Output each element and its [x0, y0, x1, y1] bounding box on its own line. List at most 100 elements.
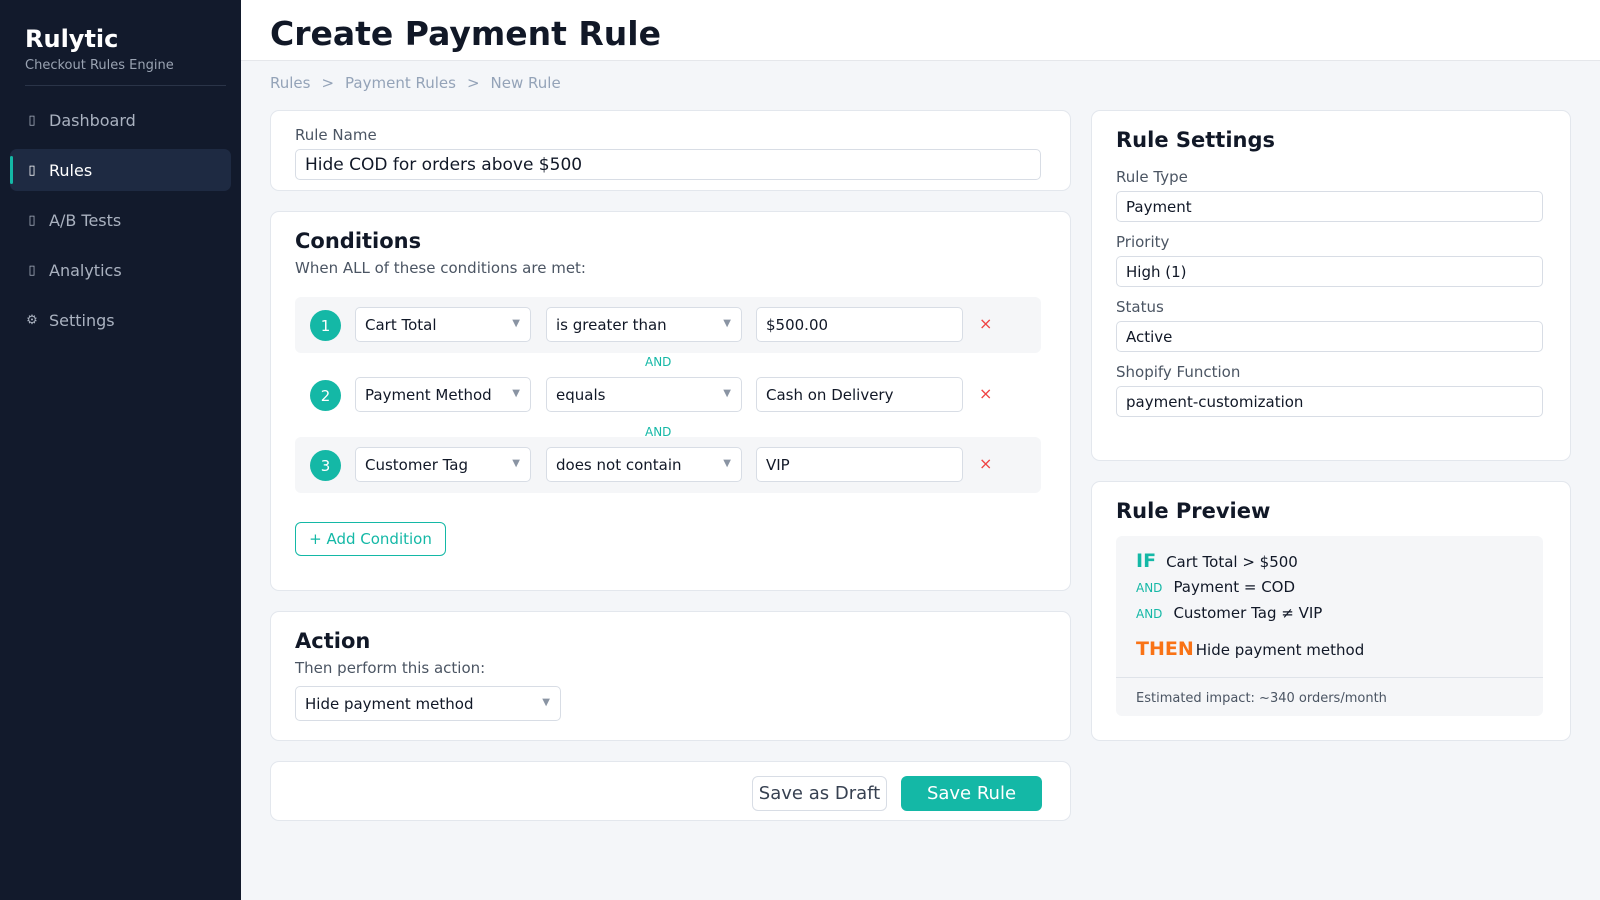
sidebar-item-label: Settings: [49, 310, 115, 330]
rule-name-label: Rule Name: [295, 126, 377, 144]
conditions-title: Conditions: [295, 229, 422, 253]
sidebar-divider: [25, 85, 226, 86]
preview-if-keyword: IF: [1136, 550, 1157, 572]
rule-type-label: Rule Type: [1116, 168, 1188, 186]
condition-number: 2: [310, 380, 341, 411]
sidebar-item-dashboard[interactable]: ▯ Dashboard: [10, 99, 231, 141]
preview-condition-text: Payment = COD: [1173, 578, 1296, 596]
brand-name: Rulytic: [25, 25, 119, 53]
select-value: does not contain: [556, 455, 682, 474]
shopify-function-field[interactable]: payment-customization: [1116, 386, 1543, 417]
add-condition-button[interactable]: + Add Condition: [295, 522, 446, 556]
status-field[interactable]: Active: [1116, 321, 1543, 352]
preview-divider: [1116, 677, 1543, 678]
preview-then-keyword: THEN: [1136, 638, 1194, 660]
dashboard-icon: ▯: [28, 112, 36, 128]
status-label: Status: [1116, 298, 1164, 316]
chevron-down-icon: ▼: [723, 388, 731, 399]
sidebar-item-label: Analytics: [49, 260, 122, 280]
rule-name-card: Rule Name Hide COD for orders above $500: [270, 110, 1071, 191]
action-card: Action Then perform this action: Hide pa…: [270, 611, 1071, 741]
preview-then-line: THEN Hide payment method: [1136, 638, 1364, 660]
conditions-card: Conditions When ALL of these conditions …: [270, 211, 1071, 591]
select-value: is greater than: [556, 315, 667, 334]
rule-settings-title: Rule Settings: [1116, 128, 1275, 152]
condition-operator-select[interactable]: is greater than ▼: [546, 307, 742, 342]
form-actions-card: Save as Draft Save Rule: [270, 761, 1071, 821]
sidebar-item-label: A/B Tests: [49, 210, 122, 230]
chevron-down-icon: ▼: [512, 318, 520, 329]
sidebar-item-rules[interactable]: ▯ Rules: [10, 149, 231, 191]
chevron-down-icon: ▼: [723, 458, 731, 469]
sidebar-item-ab-tests[interactable]: ▯ A/B Tests: [10, 199, 231, 241]
remove-condition-button[interactable]: ×: [979, 384, 992, 403]
remove-condition-button[interactable]: ×: [979, 454, 992, 473]
estimated-impact: Estimated impact: ~340 orders/month: [1136, 691, 1387, 706]
preview-and-keyword: AND: [1136, 581, 1163, 595]
breadcrumb-separator: >: [321, 74, 335, 92]
condition-number: 3: [310, 450, 341, 481]
select-value: Cart Total: [365, 315, 437, 334]
rule-settings-card: Rule Settings Rule Type Payment Priority…: [1091, 110, 1571, 461]
chevron-down-icon: ▼: [723, 318, 731, 329]
brand-subtitle: Checkout Rules Engine: [25, 58, 174, 73]
condition-row: 3 Customer Tag ▼ does not contain ▼ VIP …: [295, 437, 1041, 493]
priority-field[interactable]: High (1): [1116, 256, 1543, 287]
chevron-down-icon: ▼: [512, 388, 520, 399]
priority-label: Priority: [1116, 233, 1170, 251]
action-subtitle: Then perform this action:: [295, 659, 486, 677]
condition-row: 1 Cart Total ▼ is greater than ▼ $500.00…: [295, 297, 1041, 353]
condition-value-input[interactable]: Cash on Delivery: [756, 377, 963, 412]
brand: Rulytic Checkout Rules Engine: [25, 25, 174, 73]
sidebar-item-label: Rules: [49, 160, 93, 180]
conditions-subtitle: When ALL of these conditions are met:: [295, 259, 586, 277]
condition-field-select[interactable]: Cart Total ▼: [355, 307, 531, 342]
header: Create Payment Rule: [241, 0, 1600, 61]
breadcrumb-separator: >: [466, 74, 480, 92]
chevron-down-icon: ▼: [512, 458, 520, 469]
save-draft-button[interactable]: Save as Draft: [752, 776, 887, 811]
preview-action-text: Hide payment method: [1195, 641, 1365, 659]
chevron-down-icon: ▼: [542, 697, 550, 708]
select-value: Payment Method: [365, 385, 492, 404]
preview-condition-text: Customer Tag ≠ VIP: [1173, 604, 1323, 622]
rules-icon: ▯: [28, 162, 36, 178]
condition-field-select[interactable]: Customer Tag ▼: [355, 447, 531, 482]
breadcrumb-item-rules[interactable]: Rules: [270, 74, 310, 92]
sidebar-item-analytics[interactable]: ▯ Analytics: [10, 249, 231, 291]
preview-and-line: AND Customer Tag ≠ VIP: [1136, 604, 1322, 622]
action-select[interactable]: Hide payment method ▼: [295, 686, 561, 721]
sidebar: Rulytic Checkout Rules Engine ▯ Dashboar…: [0, 0, 241, 900]
condition-value-input[interactable]: VIP: [756, 447, 963, 482]
select-value: equals: [556, 385, 606, 404]
select-value: Hide payment method: [305, 694, 474, 713]
preview-and-keyword: AND: [1136, 607, 1163, 621]
remove-condition-button[interactable]: ×: [979, 314, 992, 333]
ab-tests-icon: ▯: [28, 212, 36, 228]
sidebar-item-label: Dashboard: [49, 110, 136, 130]
sidebar-item-settings[interactable]: ⚙ Settings: [10, 299, 231, 341]
shopify-function-label: Shopify Function: [1116, 363, 1241, 381]
action-title: Action: [295, 629, 371, 653]
preview-and-line: AND Payment = COD: [1136, 578, 1295, 596]
rule-name-input[interactable]: Hide COD for orders above $500: [295, 149, 1041, 180]
breadcrumb-item-new-rule: New Rule: [490, 74, 561, 92]
select-value: Customer Tag: [365, 455, 469, 474]
analytics-icon: ▯: [28, 262, 36, 278]
condition-operator-select[interactable]: does not contain ▼: [546, 447, 742, 482]
breadcrumb: Rules > Payment Rules > New Rule: [270, 74, 561, 92]
condition-number: 1: [310, 310, 341, 341]
condition-field-select[interactable]: Payment Method ▼: [355, 377, 531, 412]
preview-if-line: IF Cart Total > $500: [1136, 550, 1298, 572]
condition-row: 2 Payment Method ▼ equals ▼ Cash on Deli…: [295, 367, 1041, 423]
breadcrumb-item-payment-rules[interactable]: Payment Rules: [345, 74, 456, 92]
rule-preview-title: Rule Preview: [1116, 499, 1271, 523]
condition-operator-select[interactable]: equals ▼: [546, 377, 742, 412]
page-title: Create Payment Rule: [270, 14, 661, 53]
save-rule-button[interactable]: Save Rule: [901, 776, 1042, 811]
gear-icon: ⚙: [26, 312, 38, 328]
condition-value-input[interactable]: $500.00: [756, 307, 963, 342]
rule-preview-card: Rule Preview IF Cart Total > $500 AND Pa…: [1091, 481, 1571, 741]
rule-type-field[interactable]: Payment: [1116, 191, 1543, 222]
rule-preview-box: IF Cart Total > $500 AND Payment = COD A…: [1116, 536, 1543, 716]
